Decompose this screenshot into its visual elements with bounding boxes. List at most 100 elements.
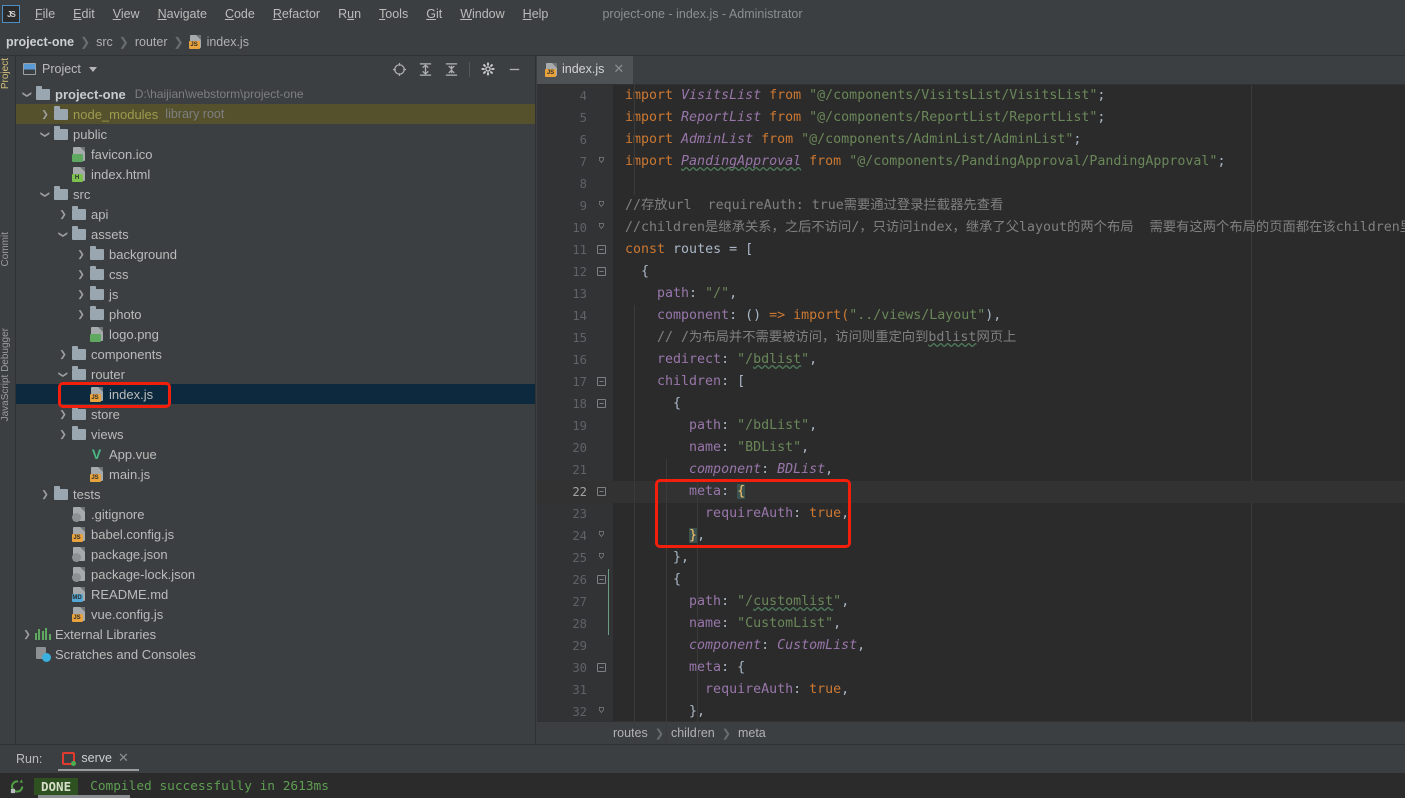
code-line-5[interactable]: 5 import ReportList from "@/components/Re… bbox=[537, 107, 1405, 129]
code-line-28[interactable]: 28 name: "CustomList", bbox=[537, 613, 1405, 635]
tool-window-button-javascript-debugger[interactable]: JavaScript Debugger bbox=[0, 328, 16, 421]
code-line-9[interactable]: 9 ⌂ //存放url requireAuth: true需要通过登录拦截器先查看 bbox=[537, 195, 1405, 217]
chevron-down-icon[interactable]: ❯ bbox=[40, 127, 51, 141]
code-line-20[interactable]: 20 name: "BDList", bbox=[537, 437, 1405, 459]
tree-node-background[interactable]: ❯ background bbox=[16, 244, 535, 264]
tree-node-readme-md[interactable]: MD README.md bbox=[16, 584, 535, 604]
chevron-right-icon[interactable]: ❯ bbox=[74, 269, 88, 280]
tree-node-components[interactable]: ❯ components bbox=[16, 344, 535, 364]
chevron-down-icon[interactable]: ❯ bbox=[40, 187, 51, 201]
structure-breadcrumb-routes[interactable]: routes bbox=[610, 726, 651, 740]
code-line-19[interactable]: 19 path: "/bdList", bbox=[537, 415, 1405, 437]
tree-node-tests[interactable]: ❯ tests bbox=[16, 484, 535, 504]
menu-view[interactable]: View bbox=[104, 4, 149, 24]
menu-help[interactable]: Help bbox=[514, 4, 558, 24]
select-opened-file-icon[interactable] bbox=[386, 58, 412, 80]
fold-collapse-icon[interactable]: − bbox=[597, 486, 606, 496]
fold-end-icon[interactable]: ⌂ bbox=[596, 550, 607, 561]
menu-tools[interactable]: Tools bbox=[370, 4, 417, 24]
code-line-32[interactable]: 32⌂ }, bbox=[537, 701, 1405, 723]
menu-code[interactable]: Code bbox=[216, 4, 264, 24]
code-line-15[interactable]: 15 // /为布局并不需要被访问，访问则重定向到bdlist网页上 bbox=[537, 327, 1405, 349]
fold-collapse-icon[interactable]: − bbox=[597, 266, 606, 276]
breadcrumb-router[interactable]: router bbox=[131, 34, 172, 50]
tree-node-package-json[interactable]: package.json bbox=[16, 544, 535, 564]
structure-breadcrumb-children[interactable]: children bbox=[668, 726, 718, 740]
gear-icon[interactable] bbox=[475, 58, 501, 80]
fold-collapse-icon[interactable]: − bbox=[597, 244, 606, 254]
chevron-right-icon[interactable]: ❯ bbox=[74, 249, 88, 260]
fold-collapse-icon[interactable]: − bbox=[597, 574, 606, 584]
code-viewport[interactable]: 4 import VisitsList from "@/components/Vi… bbox=[537, 85, 1405, 744]
code-line-10[interactable]: 10 ⌂ //children是继承关系，之后不访问/，只访问index，继承了父l… bbox=[537, 217, 1405, 239]
run-tab-serve[interactable]: serve ✕ bbox=[58, 747, 139, 771]
code-line-14[interactable]: 14 component: () => import("../views/Lay… bbox=[537, 305, 1405, 327]
menu-window[interactable]: Window bbox=[451, 4, 513, 24]
tree-node-css[interactable]: ❯ css bbox=[16, 264, 535, 284]
code-line-6[interactable]: 6 import AdminList from "@/components/Adm… bbox=[537, 129, 1405, 151]
menu-refactor[interactable]: Refactor bbox=[264, 4, 329, 24]
fold-end-icon[interactable]: ⌂ bbox=[596, 220, 607, 231]
tree-node-router[interactable]: ❯ router bbox=[16, 364, 535, 384]
code-line-7[interactable]: 7 ⌂ import PandingApproval from "@/compone… bbox=[537, 151, 1405, 173]
chevron-right-icon[interactable]: ❯ bbox=[20, 629, 34, 640]
tree-node-external-libraries[interactable]: ❯ External Libraries bbox=[16, 624, 535, 644]
tree-node-store[interactable]: ❯ store bbox=[16, 404, 535, 424]
tool-window-button-commit[interactable]: Commit bbox=[0, 232, 16, 266]
tree-node-node-modules[interactable]: ❯ node_modules library root bbox=[16, 104, 535, 124]
chevron-down-icon[interactable]: ❯ bbox=[22, 87, 33, 101]
tree-node-js[interactable]: ❯ js bbox=[16, 284, 535, 304]
code-line-27[interactable]: 27 path: "/customlist", bbox=[537, 591, 1405, 613]
code-line-22[interactable]: 22− meta: { bbox=[537, 481, 1405, 503]
code-line-11[interactable]: 11− const routes = [ bbox=[537, 239, 1405, 261]
collapse-all-icon[interactable] bbox=[438, 58, 464, 80]
tree-node-index-js[interactable]: JS index.js bbox=[16, 384, 535, 404]
tree-node--gitignore[interactable]: .gitignore bbox=[16, 504, 535, 524]
tree-node-app-vue[interactable]: V App.vue bbox=[16, 444, 535, 464]
menu-git[interactable]: Git bbox=[417, 4, 451, 24]
minimize-icon[interactable] bbox=[501, 58, 527, 80]
fold-end-icon[interactable]: ⌂ bbox=[596, 528, 607, 539]
code-line-8[interactable]: 8 bbox=[537, 173, 1405, 195]
structure-breadcrumb-meta[interactable]: meta bbox=[735, 726, 769, 740]
close-icon[interactable]: ✕ bbox=[118, 750, 129, 766]
breadcrumb-src[interactable]: src bbox=[92, 34, 117, 50]
code-line-18[interactable]: 18− { bbox=[537, 393, 1405, 415]
chevron-right-icon[interactable]: ❯ bbox=[38, 109, 52, 120]
close-icon[interactable]: ✕ bbox=[613, 61, 624, 77]
fold-end-icon[interactable]: ⌂ bbox=[596, 154, 607, 165]
chevron-right-icon[interactable]: ❯ bbox=[56, 349, 70, 360]
code-line-23[interactable]: 23 requireAuth: true, bbox=[537, 503, 1405, 525]
tree-node-logo-png[interactable]: logo.png bbox=[16, 324, 535, 344]
tree-node-views[interactable]: ❯ views bbox=[16, 424, 535, 444]
tree-node-project-one[interactable]: ❯ project-one D:\haijian\webstorm\project-… bbox=[16, 84, 535, 104]
tree-node-package-lock-json[interactable]: package-lock.json bbox=[16, 564, 535, 584]
tree-node-main-js[interactable]: JS main.js bbox=[16, 464, 535, 484]
tree-node-assets[interactable]: ❯ assets bbox=[16, 224, 535, 244]
code-line-16[interactable]: 16 redirect: "/bdlist", bbox=[537, 349, 1405, 371]
chevron-down-icon[interactable]: ❯ bbox=[58, 367, 69, 381]
code-line-12[interactable]: 12− { bbox=[537, 261, 1405, 283]
tree-node-src[interactable]: ❯ src bbox=[16, 184, 535, 204]
chevron-right-icon[interactable]: ❯ bbox=[38, 489, 52, 500]
menu-edit[interactable]: Edit bbox=[64, 4, 104, 24]
code-line-30[interactable]: 30− meta: { bbox=[537, 657, 1405, 679]
tree-node-scratches-and-consoles[interactable]: Scratches and Consoles bbox=[16, 644, 535, 664]
tree-node-favicon-ico[interactable]: favicon.ico bbox=[16, 144, 535, 164]
menu-run[interactable]: Run bbox=[329, 4, 370, 24]
chevron-right-icon[interactable]: ❯ bbox=[56, 409, 70, 420]
chevron-down-icon[interactable] bbox=[88, 66, 97, 72]
code-line-21[interactable]: 21 component: BDList, bbox=[537, 459, 1405, 481]
code-line-4[interactable]: 4 import VisitsList from "@/components/Vi… bbox=[537, 85, 1405, 107]
rerun-icon[interactable] bbox=[6, 778, 28, 795]
chevron-right-icon[interactable]: ❯ bbox=[56, 209, 70, 220]
tree-node-vue-config-js[interactable]: JS vue.config.js bbox=[16, 604, 535, 624]
chevron-right-icon[interactable]: ❯ bbox=[74, 289, 88, 300]
code-content[interactable]: 4 import VisitsList from "@/components/Vi… bbox=[537, 85, 1405, 744]
code-line-24[interactable]: 24 ⌂ }, bbox=[537, 525, 1405, 547]
tree-node-api[interactable]: ❯ api bbox=[16, 204, 535, 224]
code-line-29[interactable]: 29 component: CustomList, bbox=[537, 635, 1405, 657]
fold-collapse-icon[interactable]: − bbox=[597, 376, 606, 386]
breadcrumb-project-one[interactable]: project-one bbox=[2, 34, 78, 50]
menu-file[interactable]: File bbox=[26, 4, 64, 24]
